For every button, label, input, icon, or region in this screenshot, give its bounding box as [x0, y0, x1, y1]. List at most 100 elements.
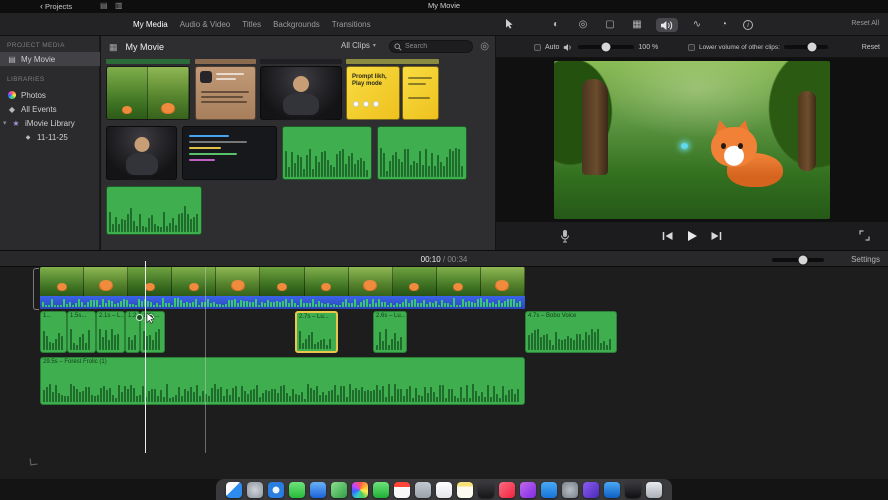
- timeline-audio-clip[interactable]: 1.5s...: [67, 311, 96, 353]
- previous-button[interactable]: [662, 231, 673, 241]
- tab-titles[interactable]: Titles: [242, 20, 261, 29]
- pointer-tool-icon[interactable]: [505, 18, 514, 29]
- timeline-audio-clip[interactable]: 4.7s – Bobo Voice: [525, 311, 617, 353]
- timeline-audio-clip[interactable]: 2.1s – L...: [96, 311, 125, 353]
- dock-imovie-icon[interactable]: [583, 481, 599, 498]
- volume-slider-knob[interactable]: [601, 42, 611, 52]
- play-button[interactable]: [686, 230, 698, 242]
- sidebar-item-imovie-library[interactable]: ▾ ★ iMovie Library: [0, 116, 100, 130]
- timeline-zoom-slider[interactable]: [772, 255, 824, 265]
- audio-waveform: [128, 327, 137, 350]
- color-correction-icon[interactable]: ◎: [575, 19, 591, 30]
- thumbnail-partial[interactable]: [106, 59, 190, 64]
- chevron-down-icon[interactable]: ▾: [3, 119, 11, 127]
- timeline-video-audio-strip[interactable]: [40, 296, 525, 309]
- noise-reduction-icon[interactable]: ∿: [689, 19, 705, 30]
- timeline-music-clip[interactable]: 29.5s – Forest Frolic (1): [40, 357, 525, 405]
- dock-podcasts-icon[interactable]: [520, 481, 536, 498]
- microphone-icon[interactable]: [560, 229, 570, 243]
- dock-keynote-icon[interactable]: [604, 481, 620, 498]
- sidebar-item-photos[interactable]: Photos: [0, 88, 100, 102]
- person-figure: [125, 153, 158, 175]
- clip-adjust-dot[interactable]: [136, 314, 143, 321]
- reset-button[interactable]: Reset: [862, 44, 880, 51]
- thumbnail-yellow-slide[interactable]: Prompt likh, Play mode: [346, 66, 400, 120]
- fullscreen-icon[interactable]: [859, 230, 870, 241]
- dock-calendar-icon[interactable]: [394, 481, 410, 498]
- clip-view-icon[interactable]: ▦: [109, 42, 118, 53]
- timeline-audio-clip-selected[interactable]: 2.7s – Lu...: [295, 311, 338, 353]
- dock-messages-icon[interactable]: [289, 481, 305, 498]
- search-input[interactable]: [405, 43, 465, 50]
- dock-maps-icon[interactable]: [331, 481, 347, 498]
- thumbnail-audio-clip[interactable]: [106, 186, 202, 235]
- color-balance-icon[interactable]: ◐: [548, 19, 564, 30]
- speed-icon[interactable]: ◔: [716, 19, 732, 30]
- tab-my-media[interactable]: My Media: [133, 20, 168, 29]
- dock-trash-icon[interactable]: [646, 481, 662, 498]
- thumbnail-partial[interactable]: [346, 59, 439, 64]
- reset-all-button[interactable]: Reset All: [851, 20, 879, 27]
- dock-appstore-icon[interactable]: [541, 481, 557, 498]
- dock-facetime-icon[interactable]: [373, 481, 389, 498]
- thumbnail-screenshot-post[interactable]: [195, 66, 256, 120]
- dock-terminal-icon[interactable]: [625, 481, 641, 498]
- thumbnail-audio-clip[interactable]: [377, 126, 467, 180]
- thumbnail-audio-clip[interactable]: [282, 126, 372, 180]
- lower-volume-checkbox[interactable]: [688, 43, 695, 51]
- playback-controls: [662, 230, 722, 242]
- stabilization-icon[interactable]: ▦: [629, 19, 645, 30]
- dock-mail-icon[interactable]: [310, 481, 326, 498]
- dock-safari-icon[interactable]: [268, 481, 284, 498]
- dock-notes-icon[interactable]: [457, 481, 473, 498]
- volume-slider[interactable]: [578, 42, 635, 52]
- thumbnail-yellow-slide-2[interactable]: [402, 66, 439, 120]
- thumbnail-presenter-video-2[interactable]: [106, 126, 177, 180]
- clips-filter-dropdown[interactable]: All Clips ▾: [341, 41, 376, 50]
- dock-photos-icon[interactable]: [352, 481, 368, 498]
- tab-transitions[interactable]: Transitions: [332, 20, 371, 29]
- sidebar-item-label: My Movie: [21, 54, 56, 64]
- tab-backgrounds[interactable]: Backgrounds: [273, 20, 320, 29]
- thumbnail-presenter-video[interactable]: [260, 66, 342, 120]
- timeline-filmstrip[interactable]: [40, 267, 525, 296]
- thumbnail-fox-clip[interactable]: [106, 66, 190, 120]
- dock-contacts-icon[interactable]: [415, 481, 431, 498]
- dock-settings-icon[interactable]: [562, 481, 578, 498]
- dock-finder-icon[interactable]: [226, 481, 242, 498]
- dock-tv-icon[interactable]: [478, 481, 494, 498]
- timeline-audio-clip[interactable]: 2.6s – Lu...: [373, 311, 407, 353]
- frame: [107, 67, 148, 119]
- dock-launchpad-icon[interactable]: [247, 481, 263, 498]
- next-button[interactable]: [711, 231, 722, 241]
- zoom-knob[interactable]: [798, 255, 808, 265]
- trim-handle[interactable]: [33, 268, 39, 310]
- volume-tab-selected[interactable]: [656, 17, 678, 32]
- preview-video[interactable]: [554, 61, 830, 219]
- crop-icon[interactable]: ▢: [602, 19, 618, 30]
- timeline-audio-clip[interactable]: 1...: [40, 311, 67, 353]
- lower-volume-slider[interactable]: [783, 42, 828, 52]
- tab-audio-video[interactable]: Audio & Video: [180, 20, 231, 29]
- playhead[interactable]: [145, 261, 146, 453]
- tree-right: [798, 91, 816, 171]
- thumbnail-partial[interactable]: [195, 59, 256, 64]
- auto-checkbox[interactable]: [534, 43, 541, 51]
- info-icon[interactable]: i: [743, 19, 753, 30]
- appearance-icon[interactable]: ◎: [480, 41, 489, 52]
- sidebar-item-label: 11-11-25: [37, 132, 68, 142]
- skimmer-line: [205, 267, 206, 453]
- thumbnail-screen-recording[interactable]: [182, 126, 277, 180]
- timeline-settings-button[interactable]: Settings: [851, 255, 880, 264]
- thumbnail-partial[interactable]: [260, 59, 342, 64]
- window-title: My Movie: [427, 1, 461, 10]
- filmstrip-frame: [216, 267, 261, 296]
- sidebar-item-event-date[interactable]: ◆ 11-11-25: [0, 130, 100, 144]
- sidebar-item-all-events[interactable]: ◆ All Events: [0, 102, 100, 116]
- lower-volume-knob[interactable]: [807, 42, 817, 52]
- sidebar-item-my-movie[interactable]: ▤ My Movie: [0, 52, 100, 66]
- dock-music-icon[interactable]: [499, 481, 515, 498]
- search-box[interactable]: [389, 40, 473, 53]
- dock-reminders-icon[interactable]: [436, 481, 452, 498]
- person-figure: [283, 93, 319, 115]
